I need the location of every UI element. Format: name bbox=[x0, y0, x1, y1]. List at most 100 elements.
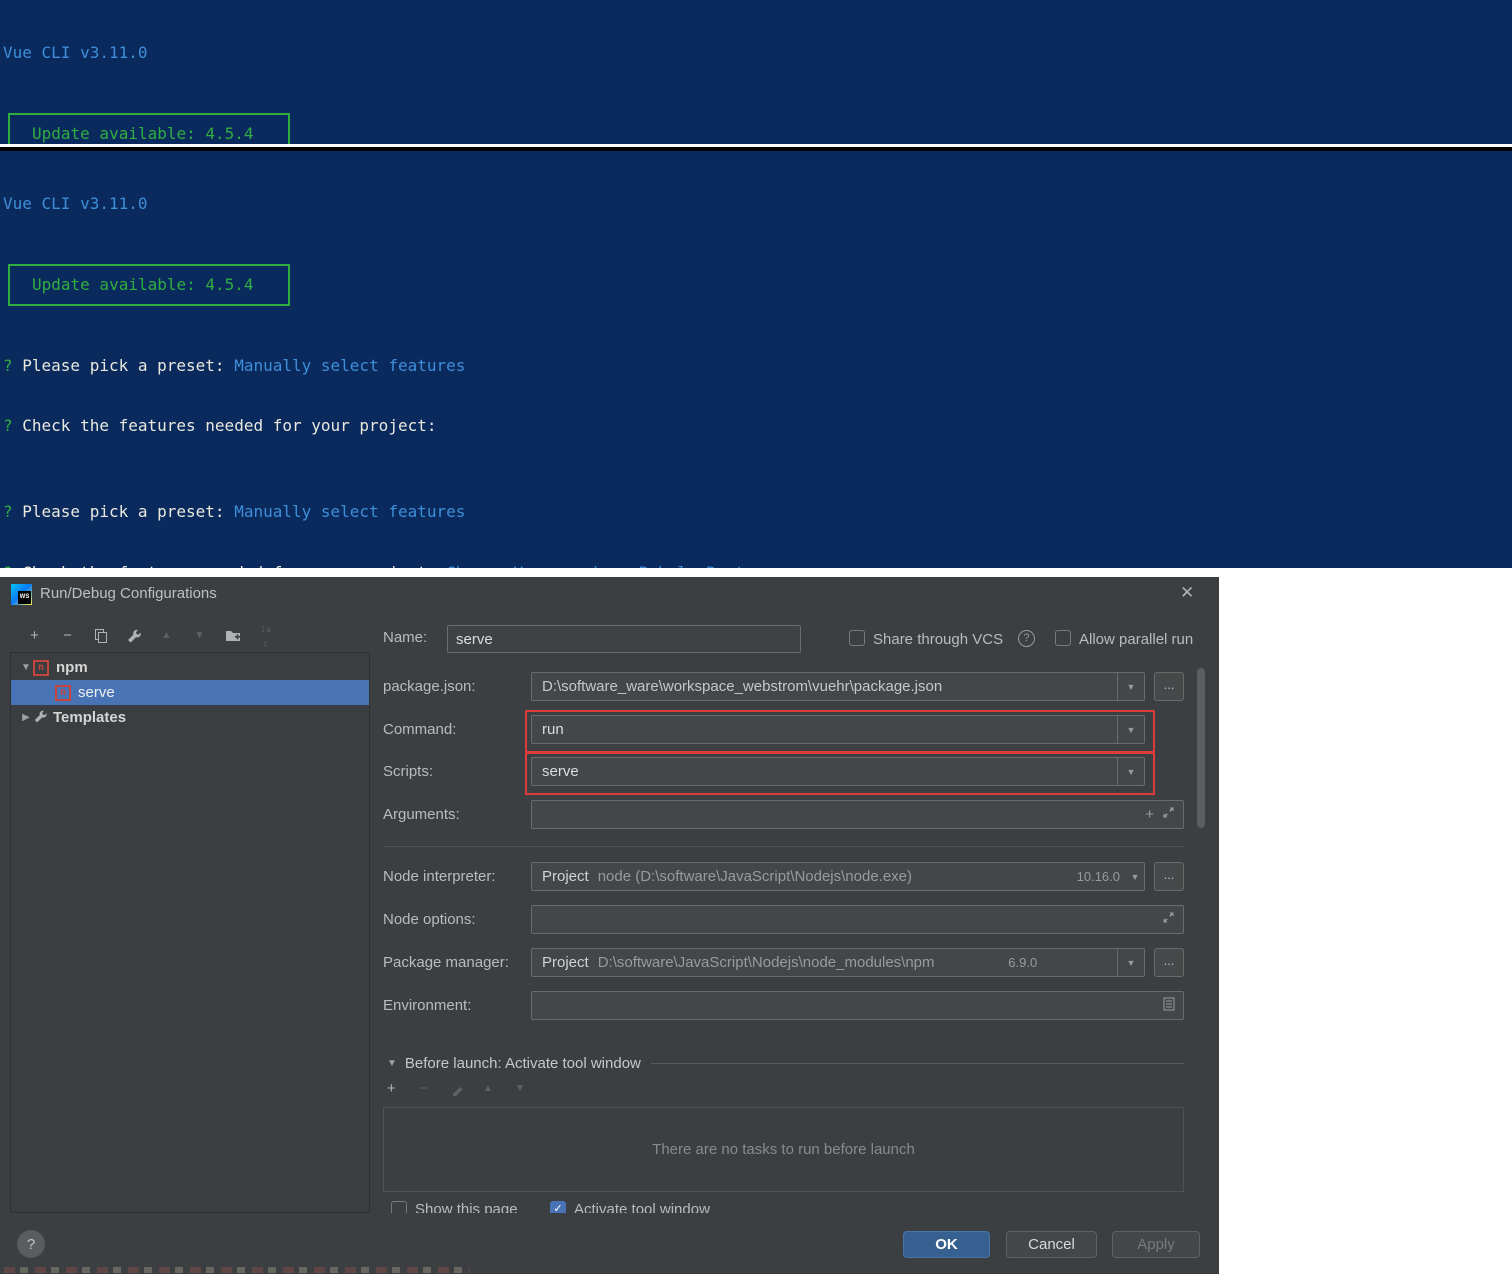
tree-serve-label: serve bbox=[78, 684, 115, 701]
share-through-vcs-checkbox[interactable] bbox=[849, 630, 865, 646]
scripts-select[interactable]: serve ▼ bbox=[531, 757, 1145, 786]
answered-features: ? Check the features needed for your pro… bbox=[0, 563, 1512, 568]
chevron-down-icon[interactable]: ▼ bbox=[1117, 758, 1144, 785]
move-up-icon[interactable]: ▲ bbox=[150, 630, 183, 641]
help-button[interactable]: ? bbox=[17, 1230, 45, 1258]
package-manager-select[interactable]: Project D:\software\JavaScript\Nodejs\no… bbox=[531, 948, 1145, 977]
npm-icon: n bbox=[55, 685, 71, 701]
add-task-button[interactable]: + bbox=[387, 1080, 419, 1097]
arguments-input[interactable]: + bbox=[531, 800, 1184, 829]
browse-package-manager-button[interactable]: ... bbox=[1154, 948, 1184, 977]
package-json-label: package.json: bbox=[383, 678, 476, 695]
configurations-tree: ▼ n npm n serve ▶ Templates bbox=[10, 652, 370, 1213]
sort-alphabetically-icon[interactable]: ↓az bbox=[249, 621, 282, 649]
clipped-options-row: Show this page ✓ Activate tool window bbox=[391, 1201, 911, 1213]
tree-node-templates[interactable]: ▶ Templates bbox=[11, 705, 369, 730]
node-interpreter-label: Node interpreter: bbox=[383, 868, 496, 885]
tree-node-npm[interactable]: ▼ n npm bbox=[11, 655, 369, 680]
copy-configuration-icon[interactable] bbox=[84, 627, 117, 644]
command-select[interactable]: run ▼ bbox=[531, 715, 1145, 744]
browse-node-interpreter-button[interactable]: ... bbox=[1154, 862, 1184, 891]
show-this-page-checkbox[interactable] bbox=[391, 1201, 407, 1213]
cancel-button[interactable]: Cancel bbox=[1006, 1231, 1097, 1258]
before-launch-header[interactable]: ▼ Before launch: Activate tool window bbox=[387, 1055, 1184, 1072]
node-interpreter-select[interactable]: Project node (D:\software\JavaScript\Nod… bbox=[531, 862, 1145, 891]
chevron-down-icon[interactable]: ▼ bbox=[1117, 716, 1144, 743]
terminal-vue-cli-features: Vue CLI v3.11.0 Update available: 4.5.4 … bbox=[0, 151, 1512, 460]
add-icon[interactable]: + bbox=[1145, 806, 1154, 823]
chevron-down-icon[interactable]: ▼ bbox=[1117, 673, 1144, 700]
new-folder-icon[interactable] bbox=[216, 627, 249, 644]
share-through-vcs-label: Share through VCS bbox=[873, 631, 1003, 648]
webstorm-logo-icon: WS bbox=[11, 584, 32, 605]
close-icon[interactable]: ✕ bbox=[1180, 583, 1194, 603]
expand-field-icon[interactable] bbox=[1162, 911, 1175, 928]
chevron-down-icon[interactable]: ▼ bbox=[1126, 872, 1144, 882]
npm-icon: n bbox=[33, 660, 49, 676]
vue-cli-version: Vue CLI v3.11.0 bbox=[0, 194, 1512, 214]
terminal-vue-cli-preset: Vue CLI v3.11.0 Update available: 4.5.4 … bbox=[0, 0, 1512, 144]
before-launch-label: Before launch: Activate tool window bbox=[405, 1055, 641, 1072]
answered-preset: ? Please pick a preset: Manually select … bbox=[0, 502, 1512, 523]
name-input[interactable] bbox=[447, 625, 801, 653]
cropped-text-remnant bbox=[4, 1267, 470, 1273]
header-rule bbox=[651, 1063, 1184, 1064]
preset-question-answered: ? Please pick a preset: Manually select … bbox=[0, 356, 1512, 376]
node-options-label: Node options: bbox=[383, 911, 476, 928]
move-task-down-icon[interactable]: ▼ bbox=[515, 1083, 547, 1094]
no-tasks-text: There are no tasks to run before launch bbox=[652, 1141, 915, 1158]
browse-package-json-button[interactable]: ... bbox=[1154, 672, 1184, 701]
edit-task-pencil-icon[interactable] bbox=[451, 1080, 483, 1097]
remove-configuration-button[interactable]: − bbox=[51, 627, 84, 644]
update-available-box: Update available: 4.5.4 bbox=[8, 113, 290, 144]
configurations-toolbar: + − ▲ ▼ ↓az bbox=[18, 621, 282, 649]
tree-templates-label: Templates bbox=[53, 709, 126, 726]
chevron-down-icon[interactable]: ▼ bbox=[387, 1058, 397, 1069]
add-configuration-button[interactable]: + bbox=[18, 627, 51, 644]
environment-input[interactable] bbox=[531, 991, 1184, 1020]
scripts-label: Scripts: bbox=[383, 763, 433, 780]
move-down-icon[interactable]: ▼ bbox=[183, 630, 216, 641]
screenshot-root: Vue CLI v3.11.0 Update available: 4.5.4 … bbox=[0, 0, 1512, 1274]
dialog-titlebar: WS Run/Debug Configurations ✕ bbox=[0, 577, 1219, 613]
terminal-vue-cli-answers: ? Please pick a preset: Manually select … bbox=[0, 460, 1512, 568]
remove-task-button[interactable]: − bbox=[419, 1080, 451, 1097]
node-options-input[interactable] bbox=[531, 905, 1184, 934]
activate-tool-window-checkbox[interactable]: ✓ bbox=[550, 1201, 566, 1213]
vue-cli-version: Vue CLI v3.11.0 bbox=[0, 43, 1512, 63]
chevron-down-icon[interactable]: ▼ bbox=[1117, 949, 1144, 976]
before-launch-toolbar: + − ▲ ▼ bbox=[387, 1080, 547, 1097]
chevron-right-icon[interactable]: ▶ bbox=[19, 712, 33, 723]
tree-npm-label: npm bbox=[56, 659, 88, 676]
help-icon[interactable]: ? bbox=[1018, 630, 1035, 647]
tree-node-serve-selected[interactable]: n serve bbox=[11, 680, 369, 705]
allow-parallel-run-checkbox[interactable] bbox=[1055, 630, 1071, 646]
allow-parallel-run-label: Allow parallel run bbox=[1079, 631, 1193, 648]
section-separator bbox=[383, 846, 1184, 847]
tasks-list-empty: There are no tasks to run before launch bbox=[383, 1107, 1184, 1192]
expand-field-icon[interactable] bbox=[1162, 806, 1175, 823]
arguments-label: Arguments: bbox=[383, 806, 460, 823]
package-manager-label: Package manager: bbox=[383, 954, 509, 971]
chevron-down-icon[interactable]: ▼ bbox=[19, 662, 33, 673]
apply-button[interactable]: Apply bbox=[1112, 1231, 1200, 1258]
node-version: 10.16.0 bbox=[1077, 869, 1126, 884]
run-debug-configurations-dialog: WS Run/Debug Configurations ✕ + − ▲ ▼ ↓a… bbox=[0, 577, 1219, 1274]
show-this-page-label: Show this page bbox=[415, 1201, 520, 1213]
wrench-icon bbox=[33, 709, 47, 727]
command-label: Command: bbox=[383, 721, 456, 738]
name-label: Name: bbox=[383, 629, 427, 646]
features-question: ? Check the features needed for your pro… bbox=[0, 416, 1512, 436]
browse-variables-icon[interactable] bbox=[1163, 997, 1175, 1015]
update-available-box: Update available: 4.5.4 bbox=[8, 264, 290, 306]
npm-version: 6.9.0 bbox=[1008, 955, 1043, 970]
vertical-scrollbar[interactable] bbox=[1197, 668, 1205, 828]
edit-defaults-wrench-icon[interactable] bbox=[117, 627, 150, 644]
package-json-select[interactable]: D:\software_ware\workspace_webstrom\vueh… bbox=[531, 672, 1145, 701]
highlighted-answer: Babel, Router bbox=[639, 563, 764, 568]
dialog-title: Run/Debug Configurations bbox=[40, 585, 217, 602]
activate-tool-window-label: Activate tool window bbox=[574, 1201, 710, 1213]
environment-label: Environment: bbox=[383, 997, 471, 1014]
ok-button[interactable]: OK bbox=[903, 1231, 990, 1258]
move-task-up-icon[interactable]: ▲ bbox=[483, 1083, 515, 1094]
